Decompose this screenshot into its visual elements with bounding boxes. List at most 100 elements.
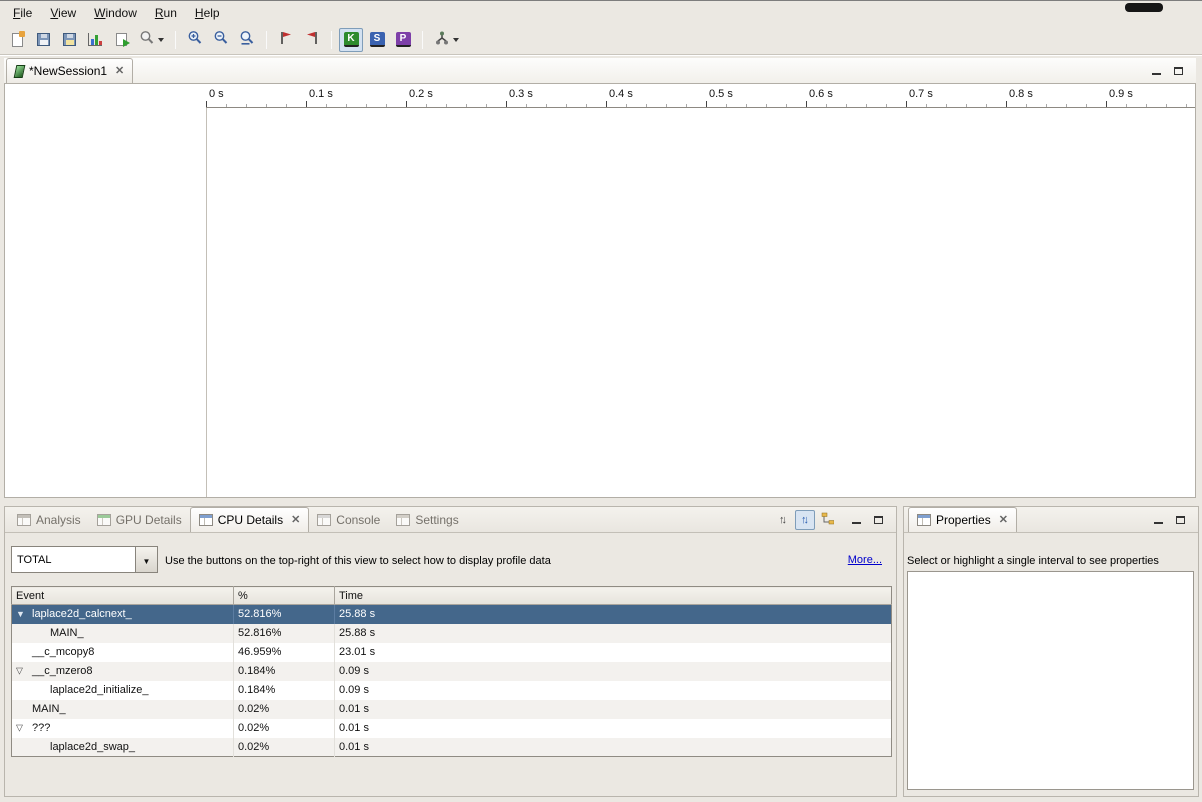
maximize-icon bbox=[874, 516, 883, 524]
minimize-button[interactable] bbox=[846, 510, 866, 530]
zoom-out-button[interactable] bbox=[209, 28, 233, 52]
chart-icon bbox=[88, 33, 102, 46]
dropdown-caret-icon bbox=[453, 38, 459, 42]
tab-console[interactable]: Console bbox=[309, 507, 388, 532]
tree-expander-icon[interactable]: ▽ bbox=[16, 723, 23, 734]
zoom-in-button[interactable] bbox=[183, 28, 207, 52]
table-row[interactable]: ▼laplace2d_calcnext_52.816%25.88 s bbox=[12, 605, 892, 624]
time-cell: 0.01 s bbox=[335, 738, 892, 757]
table-row[interactable]: MAIN_52.816%25.88 s bbox=[12, 624, 892, 643]
table-row[interactable]: laplace2d_swap_0.02%0.01 s bbox=[12, 738, 892, 757]
more-link[interactable]: More... bbox=[848, 554, 882, 566]
event-cell: MAIN_ bbox=[12, 700, 234, 719]
new-session-icon bbox=[12, 33, 23, 47]
ruler-label: 0.2 s bbox=[409, 88, 433, 100]
combo-dropdown-button[interactable] bbox=[135, 547, 157, 572]
close-icon[interactable] bbox=[999, 515, 1008, 526]
instruction-text: Use the buttons on the top-right of this… bbox=[165, 555, 551, 567]
flat-profile-icon bbox=[779, 515, 787, 526]
dropdown-caret-icon bbox=[158, 38, 164, 42]
column-header-event[interactable]: Event bbox=[12, 587, 234, 605]
properties-controls bbox=[1148, 510, 1190, 530]
table-row[interactable]: MAIN_0.02%0.01 s bbox=[12, 700, 892, 719]
tab-gpu-details[interactable]: GPU Details bbox=[89, 507, 190, 532]
percent-cell: 46.959% bbox=[234, 643, 335, 662]
export-button[interactable] bbox=[109, 28, 133, 52]
close-icon[interactable] bbox=[115, 66, 124, 77]
timeline-row-labels-pane[interactable] bbox=[5, 84, 206, 497]
next-marker-button[interactable] bbox=[274, 28, 298, 52]
maximize-button[interactable] bbox=[1170, 510, 1190, 530]
maximize-icon bbox=[1176, 516, 1185, 524]
cpu-details-tab-icon bbox=[199, 514, 213, 526]
details-content: TOTAL Use the buttons on the top-right o… bbox=[5, 533, 896, 796]
maximize-button[interactable] bbox=[1168, 61, 1188, 81]
table-row[interactable]: ▽__c_mzero80.184%0.09 s bbox=[12, 662, 892, 681]
zoom-in-icon bbox=[187, 30, 203, 49]
menu-help[interactable]: Help bbox=[186, 3, 229, 23]
tab-label: CPU Details bbox=[218, 513, 283, 527]
kernel-toggle-button[interactable]: K bbox=[339, 28, 363, 52]
timeline-chart-pane[interactable] bbox=[207, 108, 1195, 497]
menu-window[interactable]: Window bbox=[85, 3, 146, 23]
previous-marker-button[interactable] bbox=[300, 28, 324, 52]
toolbar-separator bbox=[175, 31, 176, 49]
tab-analysis[interactable]: Analysis bbox=[9, 507, 89, 532]
bottom-up-profile-button[interactable] bbox=[817, 510, 837, 530]
tab-cpu-details[interactable]: CPU Details bbox=[190, 507, 310, 532]
stream-toggle-button[interactable]: S bbox=[365, 28, 389, 52]
menu-file[interactable]: File bbox=[4, 3, 41, 23]
ruler-label: 0.6 s bbox=[809, 88, 833, 100]
zoom-out-icon bbox=[213, 30, 229, 49]
gpu-details-tab-icon bbox=[97, 514, 111, 526]
timeline-ruler[interactable]: 0 s0.1 s0.2 s0.3 s0.4 s0.5 s0.6 s0.7 s0.… bbox=[206, 84, 1195, 108]
ruler-label: 0.9 s bbox=[1109, 88, 1133, 100]
save-as-button[interactable] bbox=[57, 28, 81, 52]
combo-value: TOTAL bbox=[12, 547, 135, 572]
properties-box bbox=[907, 571, 1194, 790]
menu-run[interactable]: Run bbox=[146, 3, 186, 23]
table-row[interactable]: __c_mcopy846.959%23.01 s bbox=[12, 643, 892, 662]
event-cell: ▽??? bbox=[12, 719, 234, 738]
top-down-profile-button[interactable] bbox=[795, 510, 815, 530]
save-button[interactable] bbox=[31, 28, 55, 52]
event-cell: laplace2d_swap_ bbox=[12, 738, 234, 757]
ruler-label: 0.4 s bbox=[609, 88, 633, 100]
editor-controls bbox=[1146, 61, 1188, 81]
minimize-button[interactable] bbox=[1146, 61, 1166, 81]
process-toggle-button[interactable]: P bbox=[391, 28, 415, 52]
analysis-button[interactable] bbox=[430, 28, 463, 52]
close-icon[interactable] bbox=[291, 515, 300, 526]
table-row[interactable]: ▽???0.02%0.01 s bbox=[12, 719, 892, 738]
event-name: laplace2d_calcnext_ bbox=[32, 608, 132, 620]
properties-tab-icon bbox=[917, 514, 931, 526]
event-cell: ▽__c_mzero8 bbox=[12, 662, 234, 681]
save-icon bbox=[37, 33, 50, 46]
search-button[interactable] bbox=[135, 28, 168, 52]
table-row[interactable]: laplace2d_initialize_0.184%0.09 s bbox=[12, 681, 892, 700]
menu-view[interactable]: View bbox=[41, 3, 85, 23]
time-cell: 0.01 s bbox=[335, 719, 892, 738]
new-session-button[interactable] bbox=[5, 28, 29, 52]
tab-settings[interactable]: Settings bbox=[388, 507, 466, 532]
column-header-percent[interactable]: % bbox=[234, 587, 335, 605]
tab-properties[interactable]: Properties bbox=[908, 507, 1017, 532]
flat-profile-button[interactable] bbox=[773, 510, 793, 530]
tab-new-session[interactable]: *NewSession1 bbox=[6, 58, 133, 83]
ruler-tick bbox=[506, 101, 507, 107]
maximize-button[interactable] bbox=[868, 510, 888, 530]
window-decoration bbox=[1125, 3, 1163, 12]
profile-display-combo[interactable]: TOTAL bbox=[11, 546, 158, 573]
tree-expander-icon[interactable]: ▽ bbox=[16, 666, 23, 677]
properties-tabbar: Properties bbox=[904, 507, 1198, 533]
zoom-fit-button[interactable] bbox=[235, 28, 259, 52]
minimize-button[interactable] bbox=[1148, 510, 1168, 530]
ruler-label: 0.1 s bbox=[309, 88, 333, 100]
ruler-tick bbox=[1006, 101, 1007, 107]
chart-button[interactable] bbox=[83, 28, 107, 52]
time-cell: 25.88 s bbox=[335, 624, 892, 643]
ruler-label: 0.3 s bbox=[509, 88, 533, 100]
column-header-time[interactable]: Time bbox=[335, 587, 892, 605]
ruler-tick bbox=[206, 101, 207, 107]
tree-expander-icon[interactable]: ▼ bbox=[16, 609, 25, 619]
